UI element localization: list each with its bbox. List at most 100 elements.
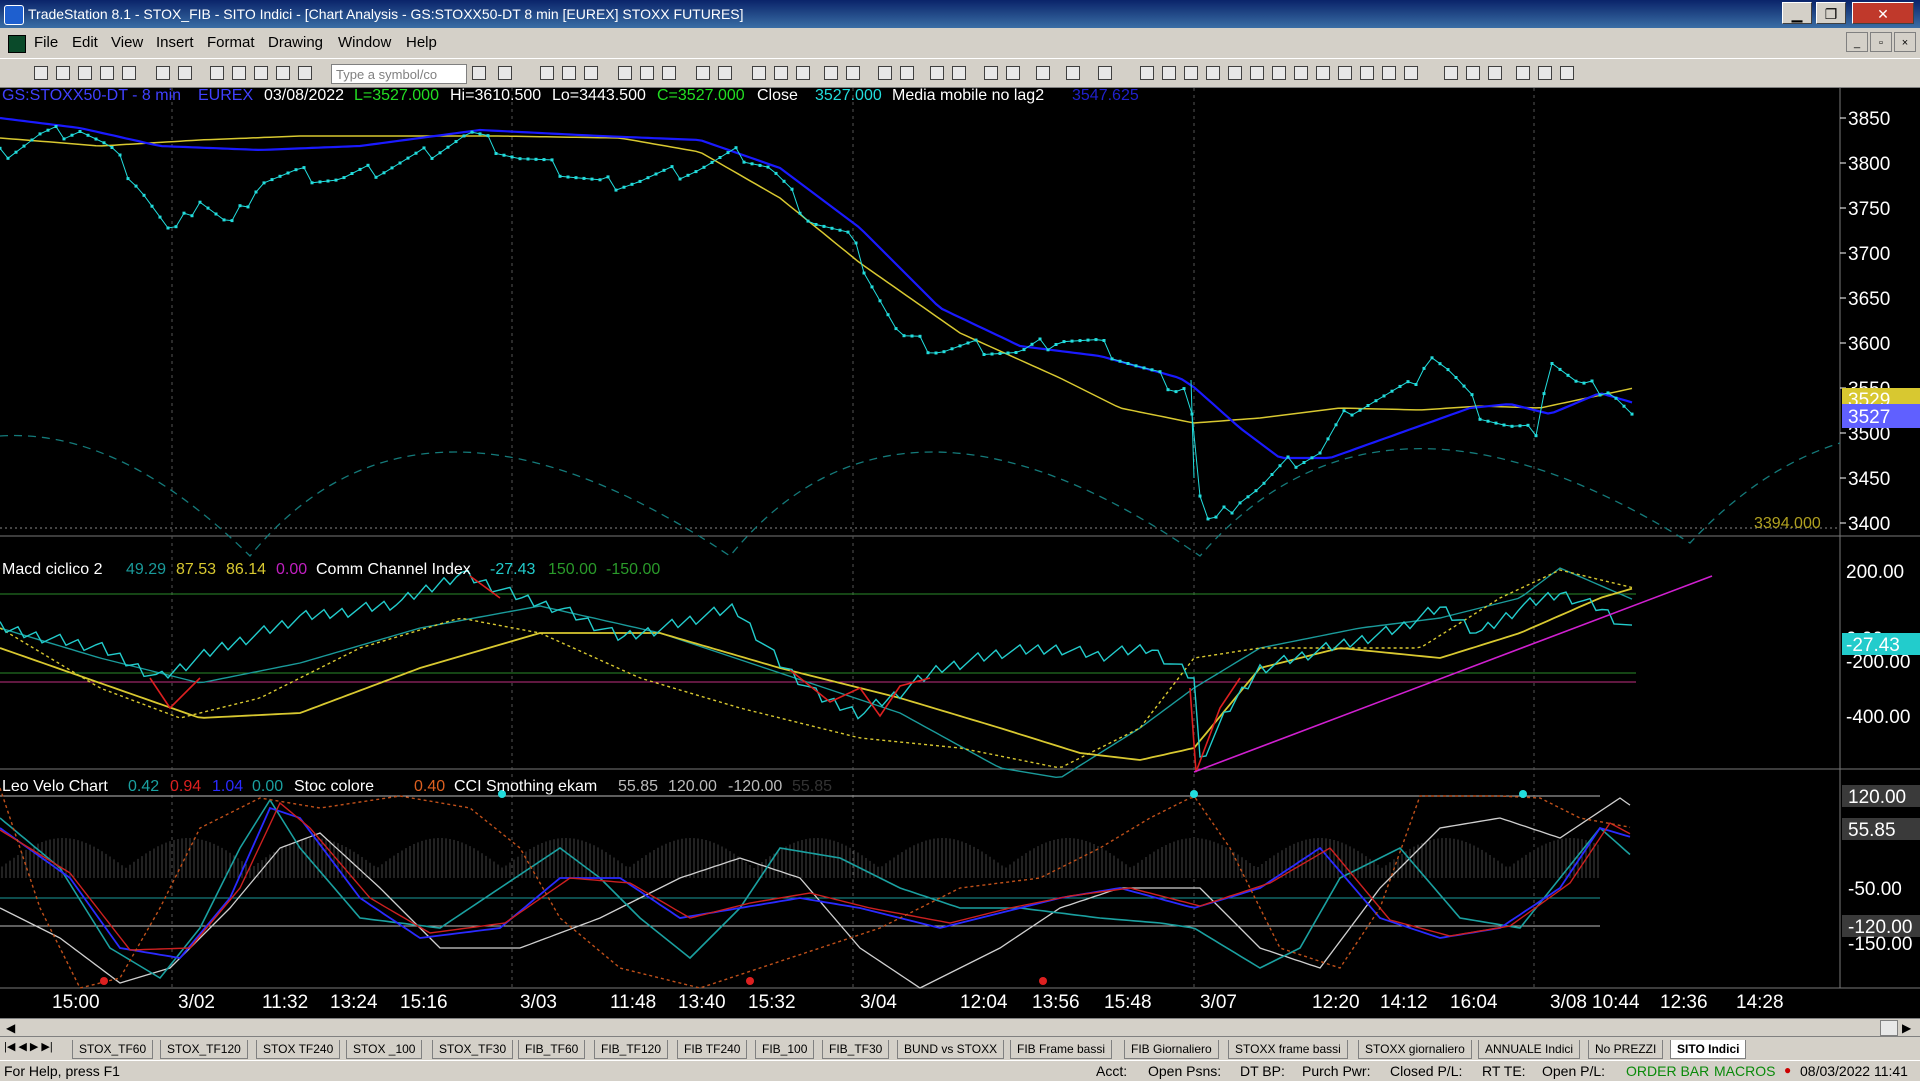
- menu-help[interactable]: Help: [406, 34, 437, 51]
- tab-fib-tf240[interactable]: FIB TF240: [677, 1040, 748, 1059]
- horizontal-line-icon[interactable]: [1184, 66, 1198, 80]
- mdi-restore-button[interactable]: ▫: [1870, 32, 1892, 52]
- scroll-right-icon[interactable]: [900, 66, 914, 80]
- tab-no-prezzi[interactable]: No PREZZI: [1588, 1040, 1664, 1059]
- tab-fib-tf60[interactable]: FIB_TF60: [518, 1040, 586, 1059]
- andrews-icon[interactable]: [1338, 66, 1352, 80]
- globe-icon[interactable]: [298, 66, 312, 80]
- tab-stox-100[interactable]: STOX _100: [346, 1040, 423, 1059]
- arrow-up-icon[interactable]: [1488, 66, 1502, 80]
- macro-icon[interactable]: [1066, 66, 1080, 80]
- open-icon[interactable]: [56, 66, 70, 80]
- tab-fib-tf120[interactable]: FIB_TF120: [594, 1040, 669, 1059]
- strategy-icon[interactable]: [662, 66, 676, 80]
- scanner-icon[interactable]: [718, 66, 732, 80]
- speed-icon[interactable]: [1294, 66, 1308, 80]
- tab-stox-tf240[interactable]: STOX TF240: [256, 1040, 341, 1059]
- order-bar-button[interactable]: ORDER BAR: [1626, 1063, 1709, 1079]
- save-icon[interactable]: [78, 66, 92, 80]
- order-icon[interactable]: [1006, 66, 1020, 80]
- tools-icon[interactable]: [276, 66, 290, 80]
- scroll-thumb[interactable]: [1880, 1020, 1898, 1036]
- ellipse-icon[interactable]: [1516, 66, 1530, 80]
- tab-stoxx-giornaliero[interactable]: STOXX giornaliero: [1358, 1040, 1472, 1059]
- scroll-right-arrow-icon[interactable]: ▶: [1902, 1021, 1911, 1035]
- folder-icon[interactable]: [122, 66, 136, 80]
- table-icon[interactable]: [584, 66, 598, 80]
- chart-icon-tb[interactable]: [618, 66, 632, 80]
- cycle-icon[interactable]: [1382, 66, 1396, 80]
- layout-icon[interactable]: [540, 66, 554, 80]
- new-icon[interactable]: [34, 66, 48, 80]
- zoom-out-icon[interactable]: [952, 66, 966, 80]
- pencil-icon[interactable]: [1404, 66, 1418, 80]
- price-dot: [1174, 390, 1178, 394]
- tab-sito-indici[interactable]: SITO Indici: [1670, 1040, 1747, 1059]
- symbol-input[interactable]: Type a symbol/co: [331, 64, 467, 84]
- lock-icon[interactable]: [254, 66, 268, 80]
- print-preview-icon[interactable]: [178, 66, 192, 80]
- horizontal-scrollbar[interactable]: ◀ ▶: [0, 1018, 1920, 1037]
- tab-stox-tf30[interactable]: STOX_TF30: [432, 1040, 514, 1059]
- menu-edit[interactable]: Edit: [72, 34, 98, 51]
- regression-icon[interactable]: [1360, 66, 1374, 80]
- print-icon[interactable]: [156, 66, 170, 80]
- trend-line[interactable]: [1193, 575, 1713, 773]
- settings-icon[interactable]: [1036, 66, 1050, 80]
- menu-file[interactable]: File: [34, 34, 58, 51]
- play-icon[interactable]: [472, 66, 486, 80]
- tab-annuale-indici[interactable]: ANNUALE Indici: [1478, 1040, 1581, 1059]
- menu-window[interactable]: Window: [338, 34, 391, 51]
- minimize-button[interactable]: ▁: [1782, 2, 1812, 24]
- green-icon[interactable]: [796, 66, 810, 80]
- window-icon[interactable]: [210, 66, 224, 80]
- trendline-icon[interactable]: [1140, 66, 1154, 80]
- bars-icon[interactable]: [824, 66, 838, 80]
- scroll-left-icon[interactable]: [878, 66, 892, 80]
- options-icon[interactable]: [774, 66, 788, 80]
- macros-button[interactable]: MACROS: [1714, 1063, 1775, 1079]
- tab-stox-tf60[interactable]: STOX_TF60: [72, 1040, 154, 1059]
- candles-icon[interactable]: [846, 66, 860, 80]
- lookup-icon[interactable]: [498, 66, 512, 80]
- link-icon[interactable]: [1098, 66, 1112, 80]
- scroll-left-arrow-icon[interactable]: ◀: [6, 1021, 15, 1035]
- grid-icon[interactable]: [562, 66, 576, 80]
- tab-fib-100[interactable]: FIB_100: [755, 1040, 815, 1059]
- fib-icon[interactable]: [1206, 66, 1220, 80]
- chart-area[interactable]: GS:STOXX50-DT - 8 min EUREX 03/08/2022 L…: [0, 88, 1920, 1018]
- curve-icon[interactable]: [1444, 66, 1458, 80]
- channel-icon[interactable]: [1250, 66, 1264, 80]
- text-icon[interactable]: [1560, 66, 1574, 80]
- tab-fib-giornaliero[interactable]: FIB Giornaliero: [1124, 1040, 1219, 1059]
- maximize-button[interactable]: ❐: [1816, 2, 1846, 24]
- tab-stox-tf120[interactable]: STOX_TF120: [160, 1040, 248, 1059]
- menu-insert[interactable]: Insert: [156, 34, 194, 51]
- arrow-icon[interactable]: [1316, 66, 1330, 80]
- zoom-in-icon[interactable]: [930, 66, 944, 80]
- mdi-close-button[interactable]: ×: [1894, 32, 1916, 52]
- tab-bund-vs-stoxx[interactable]: BUND vs STOXX: [897, 1040, 1005, 1059]
- workspace-icon[interactable]: [100, 66, 114, 80]
- gann-icon[interactable]: [1272, 66, 1286, 80]
- tile-icon[interactable]: [232, 66, 246, 80]
- vertical-line-icon[interactable]: [1162, 66, 1176, 80]
- tab-fib-tf30[interactable]: FIB_TF30: [822, 1040, 890, 1059]
- time-axis-label: 13:56: [1032, 992, 1080, 1013]
- indicator-icon[interactable]: [640, 66, 654, 80]
- pointer-icon[interactable]: [984, 66, 998, 80]
- close-button[interactable]: ✕: [1852, 2, 1914, 24]
- tab-stoxx-frame-bassi[interactable]: STOXX frame bassi: [1228, 1040, 1348, 1059]
- tab-fib-frame-bassi[interactable]: FIB Frame bassi: [1010, 1040, 1113, 1059]
- matrix-icon[interactable]: [752, 66, 766, 80]
- arc-icon[interactable]: [1228, 66, 1242, 80]
- tab-nav-icon[interactable]: |◀ ◀ ▶ ▶|: [4, 1040, 53, 1053]
- radar-icon[interactable]: [696, 66, 710, 80]
- menu-drawing[interactable]: Drawing: [268, 34, 323, 51]
- menu-view[interactable]: View: [111, 34, 143, 51]
- rectangle-icon[interactable]: [1538, 66, 1552, 80]
- menu-format[interactable]: Format: [207, 34, 255, 51]
- chart-canvas[interactable]: GS:STOXX50-DT - 8 min EUREX 03/08/2022 L…: [0, 88, 1920, 1018]
- arrow-down-icon[interactable]: [1466, 66, 1480, 80]
- mdi-minimize-button[interactable]: _: [1846, 32, 1868, 52]
